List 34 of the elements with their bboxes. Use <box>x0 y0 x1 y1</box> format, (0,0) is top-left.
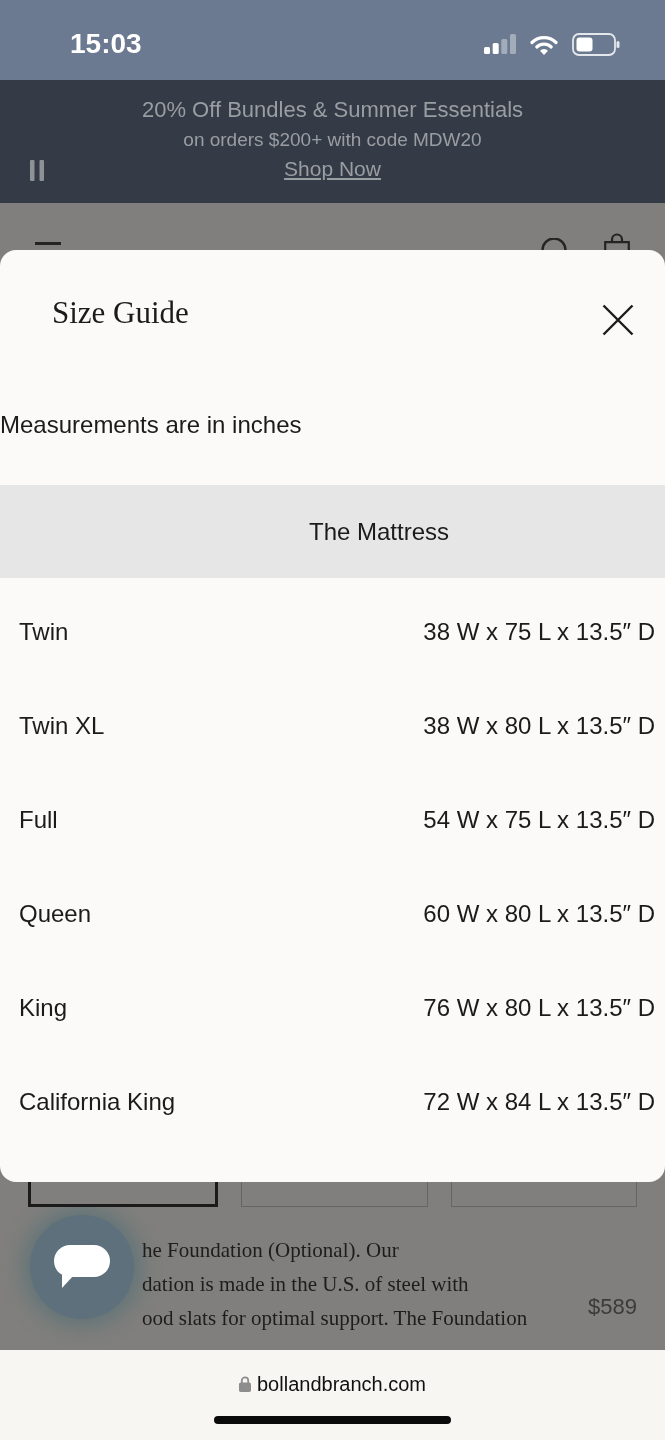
promo-subline: on orders $200+ with code MDW20 <box>183 128 482 152</box>
bag-icon[interactable] <box>604 233 630 250</box>
size-label: Full <box>19 805 58 835</box>
wifi-icon <box>530 33 558 55</box>
close-icon <box>602 304 634 336</box>
size-label: Queen <box>19 899 92 929</box>
shop-now-link[interactable]: Shop Now <box>284 155 381 183</box>
modal-title: Size Guide <box>52 294 189 332</box>
size-label: King <box>19 993 68 1023</box>
pause-icon <box>30 160 44 181</box>
size-label: Twin XL <box>19 711 105 741</box>
dimensions-value: 54 W x 75 L x 13.5″ D <box>423 805 655 835</box>
status-time: 15:03 <box>70 27 142 61</box>
dimensions-value: 76 W x 80 L x 13.5″ D <box>423 993 655 1023</box>
dimensions-value: 38 W x 80 L x 13.5″ D <box>423 711 655 741</box>
lock-icon <box>239 1376 251 1392</box>
size-label: California King <box>19 1087 176 1117</box>
foundation-description: he Foundation (Optional). Our dation is made in the U.S. of steel with ood slats for optimal support. The Foundation <box>142 1237 528 1332</box>
address-url[interactable]: bollandbranch.com <box>257 1372 426 1396</box>
size-option[interactable] <box>28 1182 219 1207</box>
battery-icon <box>572 32 620 56</box>
dimensions-value: 38 W x 75 L x 13.5″ D <box>423 617 655 647</box>
close-button[interactable] <box>602 304 634 336</box>
dimensions-value: 72 W x 84 L x 13.5″ D <box>423 1087 655 1117</box>
search-icon[interactable] <box>541 238 567 250</box>
pause-button[interactable] <box>30 160 44 181</box>
table-heading: The Mattress <box>0 485 665 578</box>
measurement-note: Measurements are in inches <box>0 410 303 440</box>
signal-icon <box>484 34 516 54</box>
size-label: Twin <box>19 617 69 647</box>
foundation-price: $589 <box>588 1293 637 1321</box>
promo-headline: 20% Off Bundles & Summer Essentials <box>141 96 524 124</box>
dimensions-value: 60 W x 80 L x 13.5″ D <box>423 899 655 929</box>
chat-icon <box>54 1245 110 1289</box>
